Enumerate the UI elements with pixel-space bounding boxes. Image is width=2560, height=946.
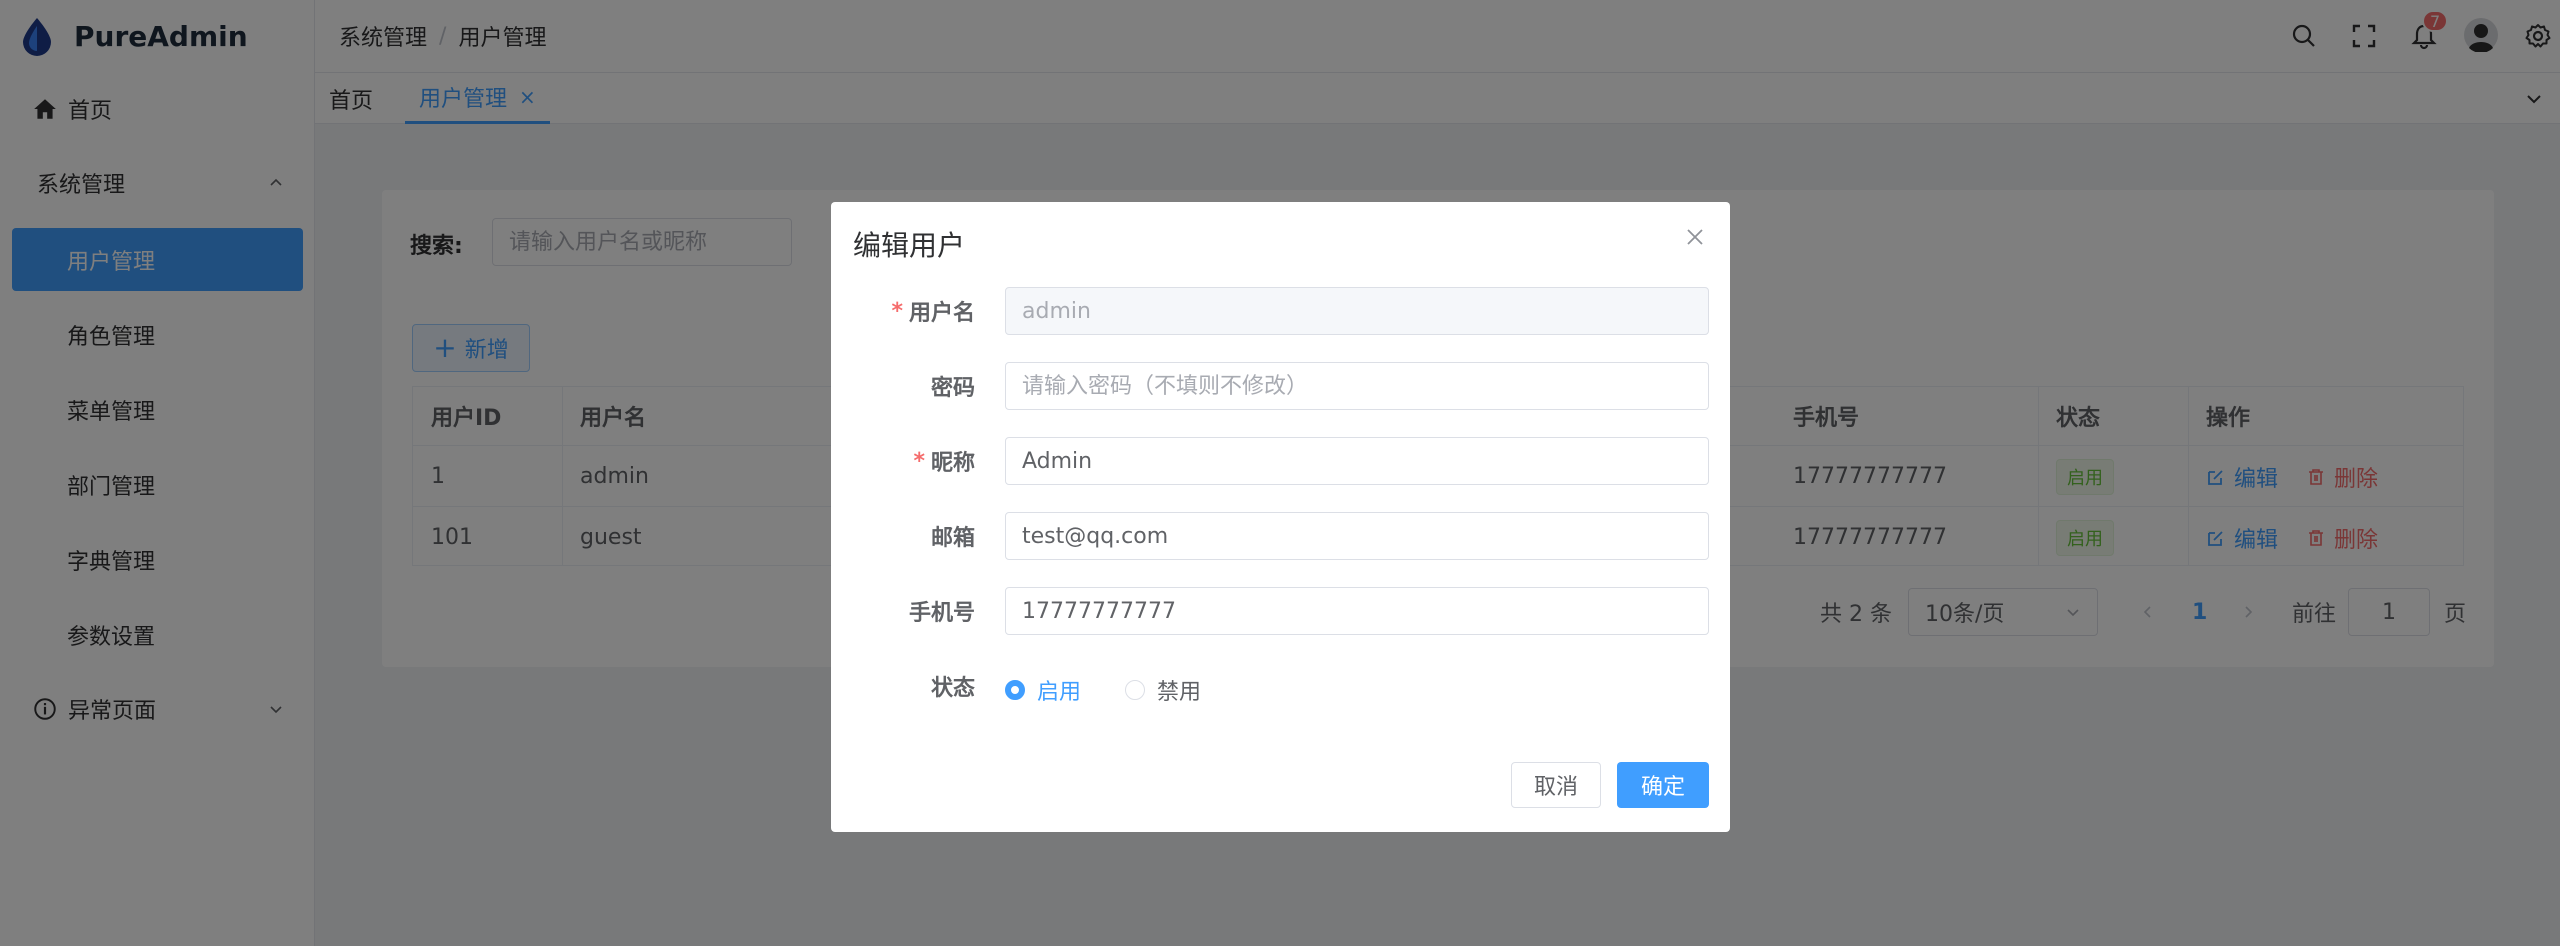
label-text: 密码: [930, 376, 975, 401]
radio-unchecked-icon: [1125, 680, 1145, 700]
label-text: 状态: [930, 676, 975, 701]
phone-field[interactable]: [1005, 587, 1709, 635]
cancel-button[interactable]: 取消: [1511, 762, 1601, 808]
password-label: 密码: [795, 362, 975, 410]
label-text: 邮箱: [930, 526, 975, 551]
radio-checked-icon: [1005, 680, 1025, 700]
edit-user-dialog: 编辑用户 *用户名 密码 *昵称 邮箱 手机号 状态 启用 禁用 取消 确定: [831, 202, 1730, 832]
password-field[interactable]: [1005, 362, 1709, 410]
label-text: 手机号: [908, 601, 975, 626]
nickname-label: * 昵称: [795, 437, 975, 485]
radio-label: 启用: [1037, 680, 1082, 705]
email-label: 邮箱: [795, 512, 975, 560]
username-field: [1005, 287, 1709, 335]
nickname-field[interactable]: [1005, 437, 1709, 485]
label-text: 昵称: [930, 451, 975, 476]
phone-label: 手机号: [795, 587, 975, 635]
required-mark: *: [913, 448, 925, 474]
confirm-button[interactable]: 确定: [1617, 762, 1709, 808]
email-field[interactable]: [1005, 512, 1709, 560]
status-label: 状态: [795, 662, 975, 710]
required-mark: *: [891, 298, 903, 324]
status-radio-disabled[interactable]: 禁用: [1125, 674, 1201, 706]
radio-label: 禁用: [1157, 680, 1202, 705]
close-icon[interactable]: [1684, 226, 1706, 248]
username-label: * 用户名: [795, 287, 975, 335]
label-text: 用户名: [908, 301, 975, 326]
status-radio-enabled[interactable]: 启用: [1005, 674, 1081, 706]
dialog-title: 编辑用户: [853, 229, 966, 262]
